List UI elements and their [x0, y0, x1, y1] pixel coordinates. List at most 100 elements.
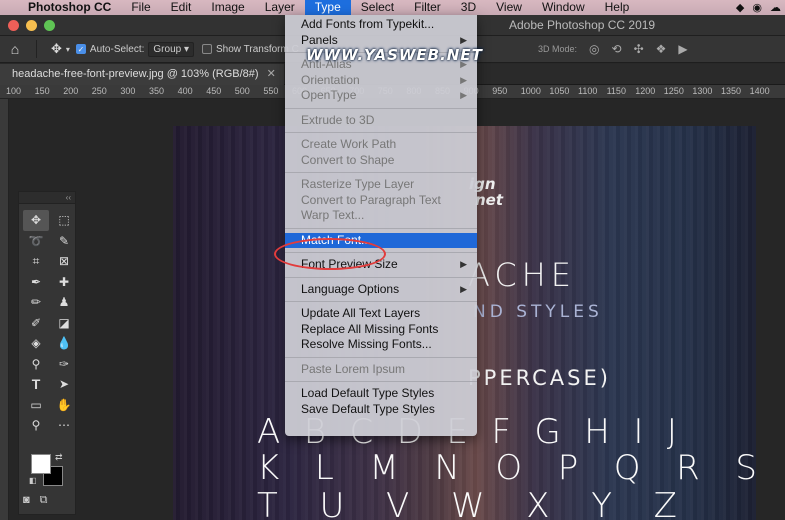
- type-menu-item-create-work-path: Create Work Path: [285, 137, 477, 153]
- lasso-tool-icon[interactable]: ➰: [23, 231, 49, 252]
- apple-menu-icon[interactable]: [0, 0, 18, 15]
- move-tool-icon[interactable]: ✥: [43, 41, 66, 57]
- type-tool-icon[interactable]: T: [23, 374, 49, 395]
- artwork-letter: J: [666, 412, 677, 452]
- dodge-tool-icon[interactable]: ⚲: [23, 354, 49, 375]
- document-tab[interactable]: headache-free-font-preview.jpg @ 103% (R…: [0, 64, 284, 85]
- menu-item-label: Language Options: [301, 281, 400, 296]
- brush-tool-icon[interactable]: ✏: [23, 292, 49, 313]
- home-icon[interactable]: ⌂: [0, 41, 30, 57]
- auto-select-value: Group: [153, 43, 182, 55]
- ruler-tick-label: 550: [263, 86, 279, 96]
- pen-tool-icon[interactable]: ✑: [51, 354, 77, 375]
- artwork-letter: O: [495, 448, 523, 488]
- 3d-slide-icon[interactable]: ❖: [656, 42, 667, 56]
- marquee-tool-icon[interactable]: ⬚: [51, 210, 77, 231]
- default-colors-icon[interactable]: ◧: [29, 476, 37, 485]
- chevron-down-icon[interactable]: ▾: [66, 45, 76, 54]
- type-menu-item-orientation: Orientation ▶: [285, 73, 477, 89]
- menu-item-label: Replace All Missing Fonts: [301, 321, 439, 336]
- type-menu-item-language-options[interactable]: Language Options ▶: [285, 282, 477, 298]
- user-icon[interactable]: ◉: [752, 1, 762, 14]
- menu-view[interactable]: View: [486, 0, 532, 15]
- eraser-tool-icon[interactable]: ◪: [51, 313, 77, 334]
- type-menu-item-convert-to-shape: Convert to Shape: [285, 153, 477, 169]
- menu-file[interactable]: File: [121, 0, 160, 15]
- frame-tool-icon[interactable]: ⊠: [51, 251, 77, 272]
- ruler-tick-label: 1300: [692, 86, 713, 96]
- vertical-ruler: [0, 99, 9, 520]
- artwork-letter: X: [526, 486, 550, 520]
- menu-select[interactable]: Select: [351, 0, 404, 15]
- close-tab-icon[interactable]: ✕: [267, 64, 276, 85]
- artwork-letter: L: [314, 448, 334, 488]
- 3d-camera-icon[interactable]: ▶: [678, 42, 687, 56]
- menu-image[interactable]: Image: [201, 0, 254, 15]
- type-menu-item-add-fonts-from-typekit[interactable]: Add Fonts from Typekit...: [285, 17, 477, 33]
- creative-cloud-icon[interactable]: ☁: [770, 1, 781, 14]
- auto-select-checkbox[interactable]: ✓: [75, 44, 86, 54]
- move-tool-icon[interactable]: ✥: [23, 210, 49, 231]
- menu-edit[interactable]: Edit: [161, 0, 202, 15]
- screen-mode-icon[interactable]: ⧉: [40, 494, 48, 507]
- type-menu-item-save-default-type-styles[interactable]: Save Default Type Styles: [285, 402, 477, 418]
- menu-divider: [285, 301, 477, 302]
- type-menu-item-warp-text: Warp Text...: [285, 208, 477, 224]
- submenu-arrow-icon: ▶: [460, 90, 467, 100]
- minimize-window-button[interactable]: [26, 20, 37, 31]
- paint-bucket-tool-icon[interactable]: ◈: [23, 333, 49, 354]
- artwork-letter: M: [369, 448, 399, 488]
- menu-help[interactable]: Help: [595, 0, 640, 15]
- blur-tool-icon[interactable]: 💧: [51, 333, 77, 354]
- hand-tool-icon[interactable]: ✋: [51, 395, 77, 416]
- quick-selection-tool-icon[interactable]: ✎: [51, 231, 77, 252]
- menu-3d[interactable]: 3D: [451, 0, 486, 15]
- 3d-drag-icon[interactable]: ✣: [634, 42, 644, 56]
- 3d-orbit-icon[interactable]: ◎: [589, 42, 599, 56]
- zoom-tool-icon[interactable]: ⚲: [23, 415, 49, 436]
- ruler-tick-label: 200: [63, 86, 79, 96]
- show-transform-checkbox[interactable]: [202, 44, 213, 54]
- quick-mask-icon[interactable]: ◙: [23, 494, 30, 507]
- artwork-letter: R: [676, 448, 700, 488]
- type-menu-dropdown: Add Fonts from Typekit... Panels ▶ Anti-Ali…: [285, 15, 477, 436]
- type-menu-item-update-all-text-layers[interactable]: Update All Text Layers: [285, 306, 477, 322]
- menu-filter[interactable]: Filter: [404, 0, 451, 15]
- type-menu-item-load-default-type-styles[interactable]: Load Default Type Styles: [285, 386, 477, 402]
- type-menu-item-resolve-missing-fonts[interactable]: Resolve Missing Fonts...: [285, 337, 477, 353]
- type-menu-item-font-preview-size[interactable]: Font Preview Size ▶: [285, 257, 477, 273]
- menu-item-label: Font Preview Size: [301, 257, 398, 271]
- close-window-button[interactable]: [8, 20, 19, 31]
- artwork-letter: U: [319, 486, 345, 520]
- foreground-color-swatch[interactable]: [31, 454, 51, 474]
- menu-app-name[interactable]: Photoshop CC: [18, 0, 121, 15]
- crop-tool-icon[interactable]: ⌗: [23, 251, 49, 272]
- menu-divider: [285, 381, 477, 382]
- more-tools-icon[interactable]: ⋯: [51, 415, 77, 436]
- menu-type[interactable]: Type: [304, 0, 351, 15]
- swap-colors-icon[interactable]: ⇄: [55, 452, 63, 463]
- tools-panel: ‹‹ ✥ ⬚ ➰ ✎ ⌗ ⊠ ✒ ✚ ✏ ♟ ✐ ◪ ◈ 💧 ⚲ ✑ T ➤ ▭…: [18, 191, 76, 515]
- ruler-tick-label: 400: [177, 86, 193, 96]
- path-selection-tool-icon[interactable]: ➤: [51, 374, 77, 395]
- stamp-tool-icon[interactable]: ♟: [51, 292, 77, 313]
- healing-brush-tool-icon[interactable]: ✚: [51, 272, 77, 293]
- 3d-roll-icon[interactable]: ⟲: [612, 42, 622, 56]
- artwork-heading: ACHE: [468, 256, 576, 294]
- menu-window[interactable]: Window: [532, 0, 595, 15]
- artwork-letter: G: [534, 412, 561, 452]
- eyedropper-tool-icon[interactable]: ✒: [23, 272, 49, 293]
- artwork-letter: Q: [613, 448, 641, 488]
- menu-item-label: Rasterize Type Layer: [301, 177, 415, 191]
- history-brush-tool-icon[interactable]: ✐: [23, 313, 49, 334]
- type-menu-item-replace-all-missing-fonts[interactable]: Replace All Missing Fonts: [285, 322, 477, 338]
- tools-panel-collapse-icon[interactable]: ‹‹: [19, 192, 75, 204]
- zoom-window-button[interactable]: [44, 20, 55, 31]
- rectangle-tool-icon[interactable]: ▭: [23, 395, 49, 416]
- auto-select-dropdown[interactable]: Group ▾: [148, 41, 195, 57]
- menu-layer[interactable]: Layer: [255, 0, 305, 15]
- dropbox-icon[interactable]: ◆: [736, 1, 744, 14]
- artwork-letter: V: [386, 486, 410, 520]
- artwork-letter: K: [257, 448, 280, 488]
- type-menu-item-match-font[interactable]: Match Font...: [285, 232, 477, 248]
